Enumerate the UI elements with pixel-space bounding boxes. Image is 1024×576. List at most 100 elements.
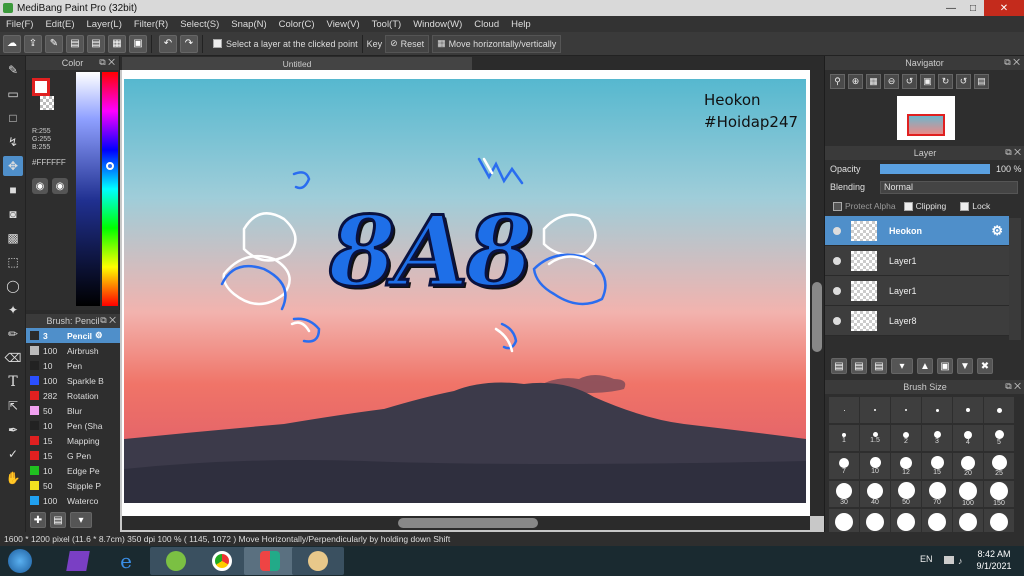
vertical-scroll-thumb[interactable] xyxy=(812,282,822,352)
duplicate-layer-icon[interactable]: ▣ xyxy=(937,358,953,374)
close-button[interactable]: ✕ xyxy=(984,0,1024,16)
fit-window-icon[interactable]: ▣ xyxy=(920,74,935,89)
zoom-fit-icon[interactable]: ⚲ xyxy=(830,74,845,89)
comic-icon[interactable]: ▤ xyxy=(66,34,84,53)
brush-size-cell[interactable]: 70 xyxy=(922,481,952,507)
saturation-bar[interactable] xyxy=(76,72,100,306)
select-layer-checkbox[interactable] xyxy=(213,39,222,48)
brush-tool-icon[interactable]: ✎ xyxy=(3,60,23,80)
brush-size-cell[interactable]: 25 xyxy=(984,453,1014,479)
brush-size-cell[interactable]: 5 xyxy=(984,425,1014,451)
brush-item[interactable]: 100 Sparkle B xyxy=(26,373,120,388)
panel-pin-icon[interactable]: ⧉ ✕ xyxy=(99,57,115,68)
brush-item[interactable]: 3 Pencil ⚙ xyxy=(26,328,120,343)
new-halftone-layer-icon[interactable]: ▤ xyxy=(851,358,867,374)
brush-size-cell[interactable]: 30 xyxy=(829,481,859,507)
brush-size-cell[interactable] xyxy=(922,397,952,423)
taskbar-chrome[interactable] xyxy=(196,547,248,575)
new-layer-icon[interactable]: ▤ xyxy=(831,358,847,374)
menu-cloud[interactable]: Cloud xyxy=(468,19,505,30)
brush-size-cell[interactable]: 12 xyxy=(891,453,921,479)
taskbar-ie[interactable]: e xyxy=(100,547,152,575)
taskbar-medibang[interactable] xyxy=(244,547,296,575)
brush-size-cell[interactable]: 40 xyxy=(860,481,890,507)
layer-row[interactable]: Layer1 xyxy=(825,276,1009,306)
comment-icon[interactable]: ✎ xyxy=(45,34,63,53)
eraser-tool-icon[interactable]: ▭ xyxy=(3,84,23,104)
flip-icon[interactable]: ▤ xyxy=(974,74,989,89)
new-8bit-layer-icon[interactable]: ▤ xyxy=(871,358,887,374)
menu-tool[interactable]: Tool(T) xyxy=(366,19,408,30)
menu-select[interactable]: Select(S) xyxy=(174,19,225,30)
select-rect-tool-icon[interactable]: ⬚ xyxy=(3,252,23,272)
share-icon[interactable]: ⇪ xyxy=(24,34,42,53)
protect-alpha-checkbox[interactable] xyxy=(833,201,842,211)
brush-size-cell[interactable]: 15 xyxy=(922,453,952,479)
brush-item[interactable]: 10 Edge Pe xyxy=(26,463,120,478)
start-button[interactable] xyxy=(2,547,38,575)
brush-size-cell[interactable]: 100 xyxy=(953,481,983,507)
brush-item[interactable]: 10 Pen (Sha xyxy=(26,418,120,433)
divide-tool-icon[interactable]: ✓ xyxy=(3,444,23,464)
brush-item[interactable]: 15 Mapping xyxy=(26,433,120,448)
taskbar-paint[interactable] xyxy=(292,547,344,575)
select-eraser-tool-icon[interactable]: ⌫ xyxy=(3,348,23,368)
merge-layer-icon[interactable]: ▼ xyxy=(957,358,973,374)
brush-size-cell[interactable]: 3 xyxy=(922,425,952,451)
opacity-slider[interactable] xyxy=(880,164,990,174)
operation-tool-icon[interactable]: ⇱ xyxy=(3,396,23,416)
brush-size-cell[interactable]: 50 xyxy=(891,481,921,507)
pages-icon[interactable]: ▣ xyxy=(129,34,147,53)
network-icon[interactable] xyxy=(944,556,954,564)
brush-item[interactable]: 100 Waterco xyxy=(26,493,120,508)
brush-size-cell[interactable] xyxy=(860,397,890,423)
brush-size-cell[interactable]: 1 xyxy=(829,425,859,451)
select-pen-tool-icon[interactable]: ✏ xyxy=(3,324,23,344)
brush-item[interactable]: 50 Stipple P xyxy=(26,478,120,493)
lock-checkbox[interactable] xyxy=(960,201,970,211)
undo-icon[interactable]: ↶ xyxy=(159,34,177,53)
layer-row[interactable]: Heokon ⚙ xyxy=(825,216,1009,246)
brush-size-cell[interactable]: 1.5 xyxy=(860,425,890,451)
menu-help[interactable]: Help xyxy=(505,19,537,30)
zoom-in-icon[interactable]: ⊕ xyxy=(848,74,863,89)
layer-settings-icon[interactable]: ⚙ xyxy=(991,223,1003,239)
hand-tool-icon[interactable]: ✋ xyxy=(3,468,23,488)
menu-view[interactable]: View(V) xyxy=(321,19,366,30)
move-hv-button[interactable]: ▦ Move horizontally/vertically xyxy=(432,34,562,53)
reset-button[interactable]: ⊘ Reset xyxy=(385,34,430,53)
brush-item[interactable]: 50 Blur xyxy=(26,403,120,418)
palette-icon[interactable]: ◉ xyxy=(32,178,48,194)
panel-pin-icon[interactable]: ⧉ ✕ xyxy=(1005,147,1021,158)
foreground-color-swatch[interactable] xyxy=(32,78,50,96)
layer-row[interactable]: Layer1 xyxy=(825,246,1009,276)
brush-item[interactable]: 100 Airbrush xyxy=(26,343,120,358)
brush-size-cell[interactable]: 7 xyxy=(829,453,859,479)
dropper-tool-icon[interactable]: ✒ xyxy=(3,420,23,440)
horizontal-scroll-thumb[interactable] xyxy=(398,518,538,528)
hue-bar[interactable] xyxy=(102,72,118,306)
brush-size-cell[interactable] xyxy=(984,397,1014,423)
layer-visibility-icon[interactable] xyxy=(833,316,841,325)
brush-size-cell[interactable]: 10 xyxy=(860,453,890,479)
menu-edit[interactable]: Edit(E) xyxy=(39,19,80,30)
blending-select[interactable]: Normal xyxy=(880,180,1018,194)
rotate-right-icon[interactable]: ↻ xyxy=(938,74,953,89)
brush-size-cell[interactable]: 4 xyxy=(953,425,983,451)
color-settings-icon[interactable]: ◉ xyxy=(52,178,68,194)
zoom-out-icon[interactable]: ⊖ xyxy=(884,74,899,89)
brush-page-icon[interactable]: ▤ xyxy=(50,512,66,528)
brush-size-cell[interactable]: 150 xyxy=(984,481,1014,507)
clipping-checkbox[interactable] xyxy=(903,201,913,211)
folder-icon[interactable]: ▲ xyxy=(917,358,933,374)
maximize-button[interactable]: □ xyxy=(962,0,984,16)
cloud-icon[interactable]: ☁ xyxy=(3,34,21,53)
brush-size-cell[interactable] xyxy=(829,397,859,423)
brush-size-cell[interactable]: 2 xyxy=(891,425,921,451)
transform-tool-icon[interactable]: ↯ xyxy=(3,132,23,152)
layer-visibility-icon[interactable] xyxy=(833,226,841,235)
lasso-tool-icon[interactable]: ◯ xyxy=(3,276,23,296)
brush-settings-icon[interactable]: ⚙ xyxy=(95,330,103,341)
rectangle-tool-icon[interactable]: □ xyxy=(3,108,23,128)
brush-item[interactable]: 10 Pen xyxy=(26,358,120,373)
